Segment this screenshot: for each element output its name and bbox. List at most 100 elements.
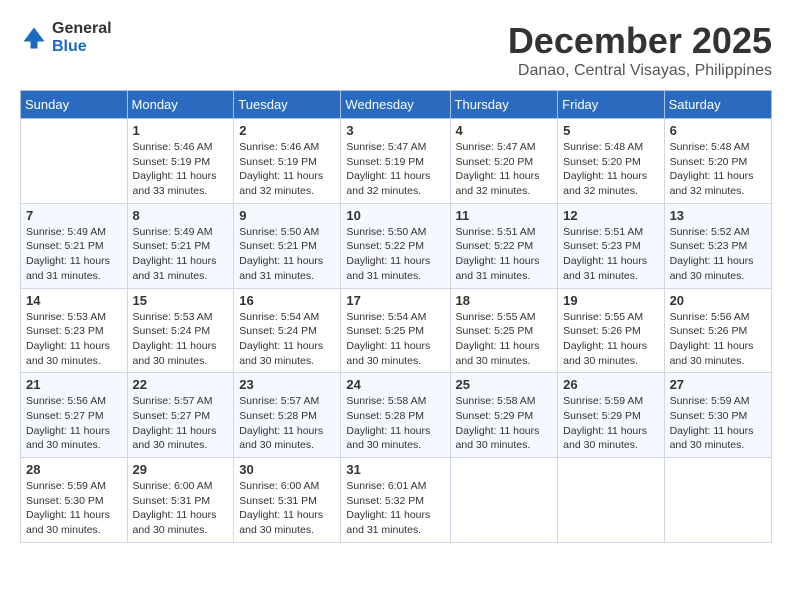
day-cell: 2 Sunrise: 5:46 AM Sunset: 5:19 PM Daylig…	[234, 119, 341, 204]
day-cell: 7 Sunrise: 5:49 AM Sunset: 5:21 PM Daylig…	[21, 203, 128, 288]
day-cell: 20 Sunrise: 5:56 AM Sunset: 5:26 PM Dayli…	[664, 288, 771, 373]
day-number: 22	[133, 377, 229, 392]
day-number: 30	[239, 462, 335, 477]
day-cell	[558, 458, 664, 543]
day-cell	[664, 458, 771, 543]
day-number: 23	[239, 377, 335, 392]
day-cell: 21 Sunrise: 5:56 AM Sunset: 5:27 PM Dayli…	[21, 373, 128, 458]
day-info: Sunrise: 5:55 AM Sunset: 5:25 PM Dayligh…	[456, 310, 553, 369]
day-number: 7	[26, 208, 122, 223]
day-info: Sunrise: 5:49 AM Sunset: 5:21 PM Dayligh…	[26, 225, 122, 284]
title-section: December 2025 Danao, Central Visayas, Ph…	[508, 20, 772, 80]
day-info: Sunrise: 5:51 AM Sunset: 5:23 PM Dayligh…	[563, 225, 658, 284]
subtitle: Danao, Central Visayas, Philippines	[508, 62, 772, 80]
day-cell: 23Sunrise: 5:57 AM Sunset: 5:28 PM Dayli…	[234, 373, 341, 458]
day-cell: 1 Sunrise: 5:46 AM Sunset: 5:19 PM Daylig…	[127, 119, 234, 204]
day-info: Sunrise: 5:56 AM Sunset: 5:27 PM Dayligh…	[26, 394, 122, 453]
day-number: 21	[26, 377, 122, 392]
week-row-1: 1 Sunrise: 5:46 AM Sunset: 5:19 PM Daylig…	[21, 119, 772, 204]
day-number: 13	[670, 208, 766, 223]
calendar-table: SundayMondayTuesdayWednesdayThursdayFrid…	[20, 90, 772, 543]
day-info: Sunrise: 5:59 AM Sunset: 5:29 PM Dayligh…	[563, 394, 658, 453]
day-cell: 29Sunrise: 6:00 AM Sunset: 5:31 PM Dayli…	[127, 458, 234, 543]
day-cell: 26 Sunrise: 5:59 AM Sunset: 5:29 PM Dayli…	[558, 373, 664, 458]
day-number: 3	[346, 123, 444, 138]
day-number: 15	[133, 293, 229, 308]
day-info: Sunrise: 5:54 AM Sunset: 5:25 PM Dayligh…	[346, 310, 444, 369]
day-number: 27	[670, 377, 766, 392]
header-cell-wednesday: Wednesday	[341, 91, 450, 119]
day-info: Sunrise: 5:48 AM Sunset: 5:20 PM Dayligh…	[670, 140, 766, 199]
day-cell: 10Sunrise: 5:50 AM Sunset: 5:22 PM Dayli…	[341, 203, 450, 288]
day-info: Sunrise: 5:52 AM Sunset: 5:23 PM Dayligh…	[670, 225, 766, 284]
day-cell: 3Sunrise: 5:47 AM Sunset: 5:19 PM Daylig…	[341, 119, 450, 204]
day-info: Sunrise: 5:57 AM Sunset: 5:27 PM Dayligh…	[133, 394, 229, 453]
week-row-5: 28Sunrise: 5:59 AM Sunset: 5:30 PM Dayli…	[21, 458, 772, 543]
day-number: 6	[670, 123, 766, 138]
day-cell	[450, 458, 558, 543]
day-cell: 19 Sunrise: 5:55 AM Sunset: 5:26 PM Dayli…	[558, 288, 664, 373]
day-number: 17	[346, 293, 444, 308]
week-row-4: 21 Sunrise: 5:56 AM Sunset: 5:27 PM Dayli…	[21, 373, 772, 458]
day-cell: 11 Sunrise: 5:51 AM Sunset: 5:22 PM Dayli…	[450, 203, 558, 288]
logo-icon	[20, 24, 48, 52]
day-number: 19	[563, 293, 658, 308]
day-number: 12	[563, 208, 658, 223]
logo: General Blue	[20, 20, 112, 55]
calendar-header: SundayMondayTuesdayWednesdayThursdayFrid…	[21, 91, 772, 119]
day-cell: 6 Sunrise: 5:48 AM Sunset: 5:20 PM Daylig…	[664, 119, 771, 204]
day-info: Sunrise: 5:47 AM Sunset: 5:20 PM Dayligh…	[456, 140, 553, 199]
day-number: 25	[456, 377, 553, 392]
day-cell: 27 Sunrise: 5:59 AM Sunset: 5:30 PM Dayli…	[664, 373, 771, 458]
day-info: Sunrise: 5:49 AM Sunset: 5:21 PM Dayligh…	[133, 225, 229, 284]
main-title: December 2025	[508, 20, 772, 62]
day-info: Sunrise: 5:50 AM Sunset: 5:21 PM Dayligh…	[239, 225, 335, 284]
day-info: Sunrise: 5:59 AM Sunset: 5:30 PM Dayligh…	[26, 479, 122, 538]
day-info: Sunrise: 5:55 AM Sunset: 5:26 PM Dayligh…	[563, 310, 658, 369]
day-cell: 24Sunrise: 5:58 AM Sunset: 5:28 PM Dayli…	[341, 373, 450, 458]
day-number: 24	[346, 377, 444, 392]
day-number: 8	[133, 208, 229, 223]
day-cell: 12 Sunrise: 5:51 AM Sunset: 5:23 PM Dayli…	[558, 203, 664, 288]
day-number: 2	[239, 123, 335, 138]
day-info: Sunrise: 5:53 AM Sunset: 5:24 PM Dayligh…	[133, 310, 229, 369]
day-cell: 18 Sunrise: 5:55 AM Sunset: 5:25 PM Dayli…	[450, 288, 558, 373]
day-number: 20	[670, 293, 766, 308]
day-cell: 28Sunrise: 5:59 AM Sunset: 5:30 PM Dayli…	[21, 458, 128, 543]
day-cell: 17 Sunrise: 5:54 AM Sunset: 5:25 PM Dayli…	[341, 288, 450, 373]
day-number: 26	[563, 377, 658, 392]
day-number: 1	[133, 123, 229, 138]
day-info: Sunrise: 5:46 AM Sunset: 5:19 PM Dayligh…	[239, 140, 335, 199]
day-info: Sunrise: 5:58 AM Sunset: 5:29 PM Dayligh…	[456, 394, 553, 453]
week-row-3: 14Sunrise: 5:53 AM Sunset: 5:23 PM Dayli…	[21, 288, 772, 373]
day-info: Sunrise: 6:01 AM Sunset: 5:32 PM Dayligh…	[346, 479, 444, 538]
page-header: General Blue December 2025 Danao, Centra…	[20, 20, 772, 80]
day-info: Sunrise: 5:51 AM Sunset: 5:22 PM Dayligh…	[456, 225, 553, 284]
day-cell: 9Sunrise: 5:50 AM Sunset: 5:21 PM Daylig…	[234, 203, 341, 288]
logo-general: General	[52, 20, 112, 38]
day-cell: 14Sunrise: 5:53 AM Sunset: 5:23 PM Dayli…	[21, 288, 128, 373]
day-cell: 13 Sunrise: 5:52 AM Sunset: 5:23 PM Dayli…	[664, 203, 771, 288]
day-cell: 8 Sunrise: 5:49 AM Sunset: 5:21 PM Daylig…	[127, 203, 234, 288]
day-info: Sunrise: 5:56 AM Sunset: 5:26 PM Dayligh…	[670, 310, 766, 369]
day-cell: 15 Sunrise: 5:53 AM Sunset: 5:24 PM Dayli…	[127, 288, 234, 373]
day-info: Sunrise: 6:00 AM Sunset: 5:31 PM Dayligh…	[133, 479, 229, 538]
day-number: 4	[456, 123, 553, 138]
header-cell-thursday: Thursday	[450, 91, 558, 119]
logo-text: General Blue	[52, 20, 112, 55]
header-cell-sunday: Sunday	[21, 91, 128, 119]
calendar-body: 1 Sunrise: 5:46 AM Sunset: 5:19 PM Daylig…	[21, 119, 772, 543]
logo-blue: Blue	[52, 38, 112, 56]
day-number: 10	[346, 208, 444, 223]
day-cell: 4 Sunrise: 5:47 AM Sunset: 5:20 PM Daylig…	[450, 119, 558, 204]
day-cell: 31 Sunrise: 6:01 AM Sunset: 5:32 PM Dayli…	[341, 458, 450, 543]
header-cell-saturday: Saturday	[664, 91, 771, 119]
day-info: Sunrise: 5:48 AM Sunset: 5:20 PM Dayligh…	[563, 140, 658, 199]
day-number: 18	[456, 293, 553, 308]
day-info: Sunrise: 5:59 AM Sunset: 5:30 PM Dayligh…	[670, 394, 766, 453]
day-number: 31	[346, 462, 444, 477]
day-number: 11	[456, 208, 553, 223]
day-info: Sunrise: 5:46 AM Sunset: 5:19 PM Dayligh…	[133, 140, 229, 199]
header-cell-monday: Monday	[127, 91, 234, 119]
day-number: 5	[563, 123, 658, 138]
